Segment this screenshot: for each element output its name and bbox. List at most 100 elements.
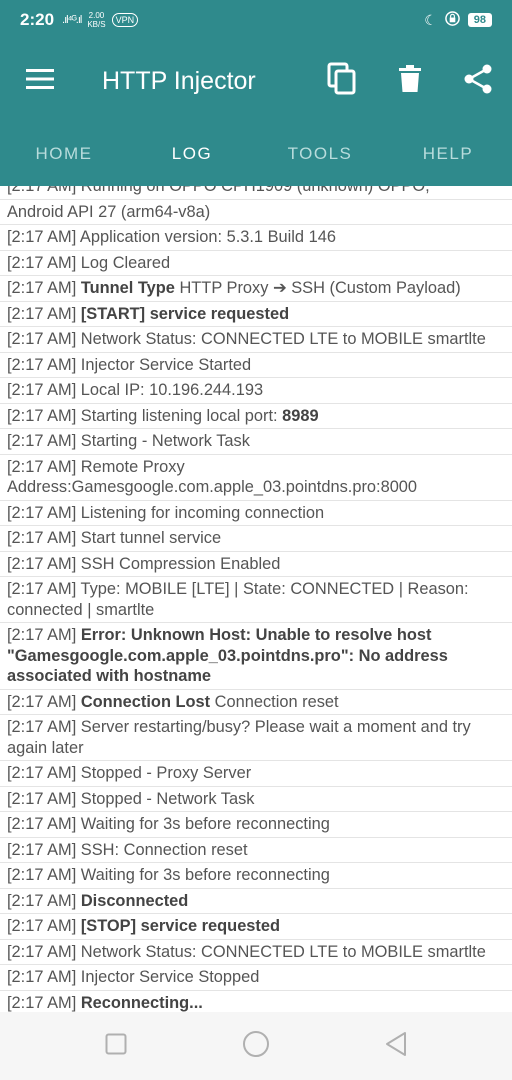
log-text: Waiting for 3s before reconnecting: [76, 815, 330, 833]
log-text: Connection reset: [210, 692, 339, 711]
log-time: [2:17 AM]: [7, 718, 77, 736]
tab-tools[interactable]: TOOLS: [256, 122, 384, 186]
log-view[interactable]: [2:17 AM] Running on OPPO CPH1909 (unkno…: [0, 186, 512, 1012]
log-entry: [2:17 AM] Tunnel Type HTTP Proxy ➔ SSH (…: [0, 276, 512, 302]
log-time: [2:17 AM]: [7, 942, 77, 961]
network-speed: 2.00 KB/S: [87, 11, 105, 29]
log-entry: [2:17 AM] Type: MOBILE [LTE] | State: CO…: [0, 577, 512, 623]
trash-icon: [399, 64, 421, 98]
log-entry: [2:17 AM] Injector Service Stopped: [0, 965, 512, 991]
log-entry: [2:17 AM] Network Status: CONNECTED LTE …: [0, 327, 512, 353]
log-text: Android API 27 (arm64-v8a): [7, 202, 211, 221]
copy-icon: [327, 62, 357, 101]
log-entry: [2:17 AM] Waiting for 3s before reconnec…: [0, 863, 512, 889]
log-time: [2:17 AM]: [7, 432, 77, 450]
log-time: [2:17 AM]: [7, 529, 77, 547]
log-bold-text: [STOP] service requested: [80, 917, 281, 935]
log-entry: [2:17 AM] Running on OPPO CPH1909 (unkno…: [0, 186, 512, 200]
log-bold-text: Reconnecting...: [80, 993, 203, 1012]
log-bold-text: 8989: [282, 406, 319, 425]
log-text: Network Status: CONNECTED LTE to MOBILE …: [76, 942, 486, 961]
status-bar: 2:20 .ıl⁴ᴳ.ıl 2.00 KB/S VPN ☾ 98: [0, 0, 512, 40]
circle-icon: [242, 1030, 270, 1063]
vpn-badge: VPN: [111, 13, 139, 27]
status-time: 2:20: [20, 10, 55, 29]
system-nav-bar: [0, 1012, 512, 1080]
log-text: Log Cleared: [76, 253, 171, 272]
log-entry: [2:17 AM] Start tunnel service: [0, 526, 512, 552]
log-time: [2:17 AM]: [7, 866, 77, 884]
copy-button[interactable]: [308, 40, 376, 122]
log-entry: [2:17 AM] Listening for incoming connect…: [0, 501, 512, 526]
log-time: [2:17 AM]: [7, 228, 77, 246]
log-text: Injector Service Started: [76, 355, 252, 374]
log-time: [2:17 AM]: [7, 789, 77, 808]
app-bar: HTTP Injector: [0, 40, 512, 122]
home-button[interactable]: [186, 1012, 326, 1080]
log-entry: [2:17 AM] Local IP: 10.196.244.193: [0, 378, 512, 404]
recents-button[interactable]: [46, 1012, 186, 1080]
log-time: [2:17 AM]: [7, 457, 77, 476]
log-time: [2:17 AM]: [7, 917, 77, 935]
log-time: [2:17 AM]: [7, 279, 77, 297]
triangle-back-icon: [384, 1031, 408, 1062]
log-time: [2:17 AM]: [7, 840, 77, 859]
log-entry: [2:17 AM] Application version: 5.3.1 Bui…: [0, 225, 512, 251]
menu-button[interactable]: [0, 40, 80, 122]
app-title: HTTP Injector: [102, 66, 256, 95]
log-entry: [2:17 AM] Log Cleared: [0, 251, 512, 276]
log-text: Start tunnel service: [76, 529, 222, 547]
log-time: [2:17 AM]: [7, 815, 77, 833]
battery-indicator: 98: [467, 13, 492, 27]
log-time: [2:17 AM]: [7, 330, 77, 348]
share-icon: [463, 64, 493, 99]
log-text: HTTP Proxy ➔ SSH (Custom Payload): [174, 279, 461, 297]
log-entry: [2:17 AM] Reconnecting...: [0, 991, 512, 1013]
log-time: [2:17 AM]: [7, 381, 77, 399]
tab-help[interactable]: HELP: [384, 122, 512, 186]
tab-bar: HOME LOG TOOLS HELP: [0, 122, 512, 186]
log-bold-text: Disconnected: [80, 891, 189, 910]
log-text: Network Status: CONNECTED LTE to MOBILE …: [76, 330, 486, 348]
log-entry: [2:17 AM] [START] service requested: [0, 302, 512, 327]
log-time: [2:17 AM]: [7, 554, 77, 573]
log-text: Local IP: 10.196.244.193: [76, 381, 264, 399]
square-icon: [105, 1033, 127, 1060]
log-entry: [2:17 AM] Remote Proxy Address:Gamesgoog…: [0, 455, 512, 501]
log-text: SSH: Connection reset: [76, 840, 248, 859]
log-text: Waiting for 3s before reconnecting: [76, 866, 330, 884]
log-text: Stopped - Network Task: [76, 789, 255, 808]
log-entry: [2:17 AM] Starting listening local port:…: [0, 404, 512, 429]
log-entry: [2:17 AM] Server restarting/busy? Please…: [0, 715, 512, 761]
log-text: Application version: 5.3.1 Build 146: [76, 228, 336, 246]
log-text: Stopped - Proxy Server: [76, 764, 252, 782]
moon-icon: ☾: [424, 11, 437, 28]
log-entry: [2:17 AM] Waiting for 3s before reconnec…: [0, 812, 512, 838]
log-bold-text: Tunnel Type: [80, 279, 175, 297]
log-text: Type: MOBILE [LTE] | State: CONNECTED | …: [7, 580, 469, 619]
lock-icon: [444, 11, 460, 29]
log-time: [2:17 AM]: [7, 764, 77, 782]
log-time: [2:17 AM]: [7, 891, 77, 910]
log-time: [2:17 AM]: [7, 304, 77, 323]
log-entry: [2:17 AM] Disconnected: [0, 889, 512, 914]
log-text: Starting listening local port:: [76, 406, 283, 425]
log-time: [2:17 AM]: [7, 503, 77, 522]
signal-icon: .ıl⁴ᴳ.ıl: [62, 14, 82, 26]
tab-log[interactable]: LOG: [128, 122, 256, 186]
tab-home[interactable]: HOME: [0, 122, 128, 186]
hamburger-icon: [26, 68, 54, 95]
log-time: [2:17 AM]: [7, 253, 77, 272]
back-button[interactable]: [326, 1012, 466, 1080]
delete-button[interactable]: [376, 40, 444, 122]
log-time: [2:17 AM]: [7, 993, 77, 1012]
log-entry: [2:17 AM] Connection Lost Connection res…: [0, 690, 512, 715]
log-time: [2:17 AM]: [7, 406, 77, 425]
log-entry: [2:17 AM] SSH: Connection reset: [0, 838, 512, 863]
speed-unit: KB/S: [87, 20, 106, 29]
log-text: Listening for incoming connection: [76, 503, 325, 522]
log-list: [2:17 AM] Running on OPPO CPH1909 (unkno…: [0, 186, 512, 1012]
share-button[interactable]: [444, 40, 512, 122]
log-time: [2:17 AM]: [7, 968, 77, 986]
log-entry: [2:17 AM] Injector Service Started: [0, 353, 512, 378]
